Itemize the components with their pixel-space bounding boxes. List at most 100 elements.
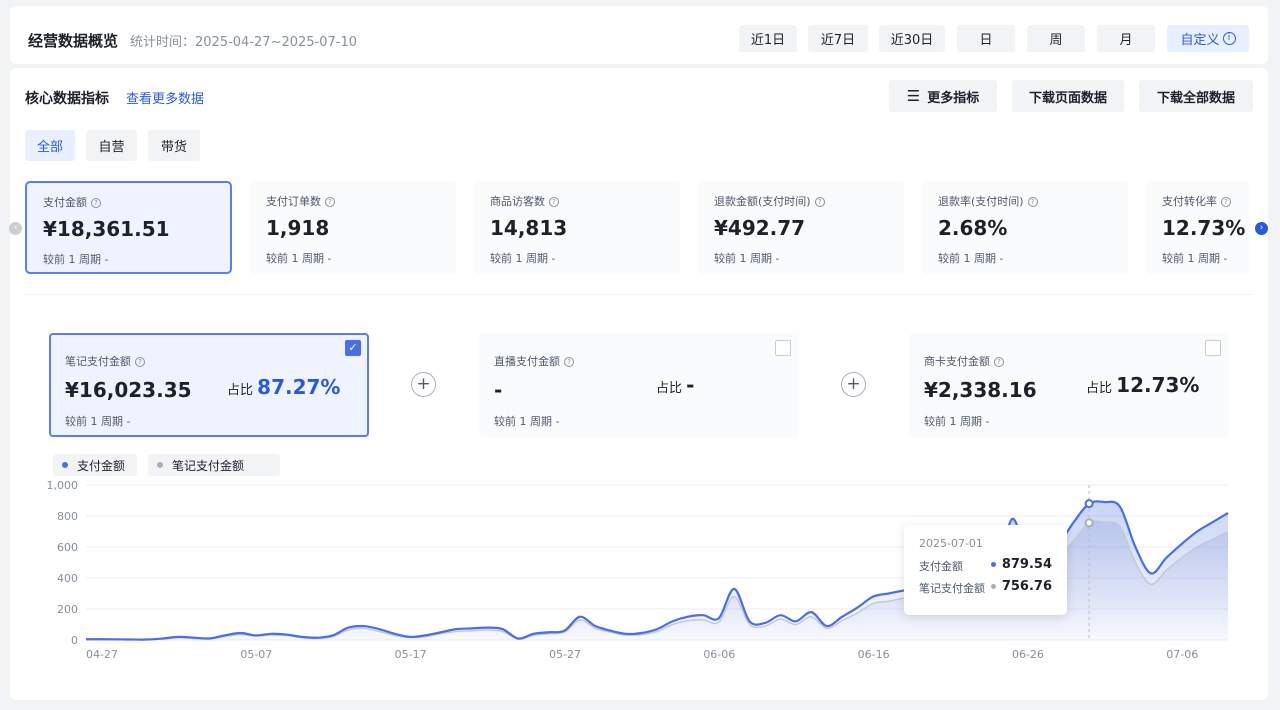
stat-time: 统计时间：2025-04-27~2025-07-10 <box>130 35 357 50</box>
hover-point-note <box>1084 518 1094 528</box>
more-metrics-button[interactable]: ☰ 更多指标 <box>889 80 997 112</box>
metric-label: 支付订单数 <box>266 195 321 208</box>
x-tick-label: 04-27 <box>86 648 118 661</box>
metric-card[interactable]: 退款金额(支付时间)? ¥492.77 较前 1 周期 - <box>697 181 904 274</box>
help-icon: ? <box>91 198 101 208</box>
breakdown-label-wrap: 直播支付金额? <box>494 350 799 369</box>
help-icon: ? <box>135 357 145 367</box>
metric-card[interactable]: 商品访客数? 14,813 较前 1 周期 - <box>473 181 680 274</box>
breakdown-share: 占比 - <box>656 373 694 397</box>
help-icon: ? <box>325 197 335 207</box>
tooltip-label: 笔记支付金额 <box>919 582 985 595</box>
breakdown-label-wrap: 笔记支付金额? <box>65 350 367 369</box>
breakdown-checkbox[interactable] <box>775 340 791 356</box>
range-month-button[interactable]: 月 <box>1097 25 1155 52</box>
page-title: 经营数据概览 <box>28 32 119 50</box>
breakdown-share: 占比 12.73% <box>1086 373 1199 397</box>
y-tick-label: 0 <box>71 634 78 647</box>
metric-label-wrap: 支付转化率? <box>1162 193 1250 208</box>
custom-label: 自定义 <box>1180 33 1220 48</box>
tab-all[interactable]: 全部 <box>25 130 75 161</box>
x-tick-label: 05-07 <box>240 648 272 661</box>
share-value: 12.73% <box>1116 373 1200 397</box>
plus-icon: + <box>841 372 866 397</box>
y-tick-label: 800 <box>57 510 78 523</box>
more-metrics-label: 更多指标 <box>927 90 980 106</box>
trend-chart: 0 200 400 600 800 1,000 04-27 05-07 05-17 05-27 06… <box>47 479 1229 661</box>
share-label: 占比 <box>656 381 683 396</box>
metric-compare: 较前 1 周期 - <box>1162 252 1228 265</box>
share-label: 占比 <box>1086 381 1113 396</box>
help-icon: ? <box>1221 197 1231 207</box>
breakdown-compare: 较前 1 周期 - <box>924 415 990 428</box>
range-7d-button[interactable]: 近7日 <box>808 25 868 52</box>
y-tick-label: 1,000 <box>47 479 79 492</box>
tooltip-dot-icon <box>991 562 996 567</box>
x-tick-label: 07-06 <box>1166 648 1198 661</box>
metric-compare: 较前 1 周期 - <box>43 253 109 266</box>
sliders-icon: ☰ <box>906 87 921 105</box>
tab-affiliate[interactable]: 带货 <box>148 130 200 161</box>
breakdown-label: 商卡支付金额 <box>924 355 990 368</box>
y-tick-label: 600 <box>57 541 78 554</box>
breakdown-label-wrap: 商卡支付金额? <box>924 350 1229 369</box>
metric-card[interactable]: 支付转化率? 12.73% 较前 1 周期 - <box>1145 181 1250 274</box>
breakdown-checkbox[interactable] <box>1205 340 1221 356</box>
breakdown-checkbox[interactable]: ✓ <box>345 340 361 356</box>
core-title: 核心数据指标 <box>25 91 109 107</box>
metric-value: 12.73% <box>1162 216 1246 240</box>
breakdown-compare: 较前 1 周期 - <box>65 415 131 428</box>
tooltip-dot-icon <box>991 584 996 589</box>
hover-point-payment <box>1084 499 1094 509</box>
chart-tooltip: 2025-07-01 支付金额 879.54 笔记支付金额 756.76 <box>904 525 1067 615</box>
metric-label: 支付转化率 <box>1162 195 1217 208</box>
metric-label-wrap: 支付金额? <box>43 194 230 209</box>
breakdown-compare: 较前 1 周期 - <box>494 415 560 428</box>
metric-label-wrap: 退款率(支付时间)? <box>938 193 1128 208</box>
breakdown-card-note[interactable]: 笔记支付金额? ¥16,023.35 较前 1 周期 - 占比 87.27% ✓ <box>49 333 369 437</box>
download-all-button[interactable]: 下载全部数据 <box>1139 80 1253 112</box>
tooltip-value: 879.54 <box>1001 557 1052 572</box>
metric-label: 支付金额 <box>43 196 87 209</box>
breakdown-label: 直播支付金额 <box>494 355 560 368</box>
x-tick-label: 06-06 <box>703 648 735 661</box>
tab-self-operated[interactable]: 自营 <box>86 130 137 161</box>
x-tick-label: 05-17 <box>395 648 427 661</box>
tooltip-label: 支付金额 <box>919 560 963 573</box>
metric-value: ¥492.77 <box>714 216 806 240</box>
more-data-link[interactable]: 查看更多数据 <box>126 88 204 107</box>
range-week-button[interactable]: 周 <box>1027 25 1085 52</box>
info-icon: i <box>1222 32 1236 45</box>
metric-value: ¥18,361.51 <box>43 217 170 241</box>
scroll-left-icon[interactable]: ‹ <box>9 222 22 235</box>
range-1d-button[interactable]: 近1日 <box>739 25 797 52</box>
metric-compare: 较前 1 周期 - <box>938 252 1004 265</box>
share-label: 占比 <box>227 383 254 398</box>
metric-card[interactable]: 支付订单数? 1,918 较前 1 周期 - <box>249 181 456 274</box>
help-icon: ? <box>564 357 574 367</box>
range-30d-button[interactable]: 近30日 <box>879 25 945 52</box>
range-custom-button[interactable]: 自定义 i <box>1167 25 1249 52</box>
breakdown-card-card[interactable]: 商卡支付金额? ¥2,338.16 较前 1 周期 - 占比 12.73% <box>909 333 1229 437</box>
legend-dot-icon <box>62 462 68 468</box>
breakdown-card-live[interactable]: 直播支付金额? - 较前 1 周期 - 占比 - <box>479 333 799 437</box>
tooltip-row: 支付金额 879.54 <box>919 557 1067 580</box>
metric-compare: 较前 1 周期 - <box>490 252 556 265</box>
download-page-button[interactable]: 下载页面数据 <box>1012 80 1124 112</box>
y-tick-label: 400 <box>57 572 78 585</box>
x-tick-label: 06-26 <box>1012 648 1044 661</box>
divider <box>25 294 1253 295</box>
tooltip-value: 756.76 <box>1001 579 1052 594</box>
tooltip-row: 笔记支付金额 756.76 <box>919 579 1067 602</box>
share-value: - <box>686 373 695 397</box>
help-icon: ? <box>814 197 825 207</box>
help-icon: ? <box>994 357 1004 367</box>
range-day-button[interactable]: 日 <box>957 25 1015 52</box>
metric-compare: 较前 1 周期 - <box>714 252 780 265</box>
metric-card[interactable]: 支付金额? ¥18,361.51 较前 1 周期 - <box>25 181 232 274</box>
metric-label: 退款金额(支付时间) <box>714 195 811 208</box>
metric-card[interactable]: 退款率(支付时间)? 2.68% 较前 1 周期 - <box>921 181 1128 274</box>
scroll-right-icon[interactable]: › <box>1255 222 1268 235</box>
metric-value: 1,918 <box>266 216 330 240</box>
metric-value: 2.68% <box>938 216 1008 240</box>
